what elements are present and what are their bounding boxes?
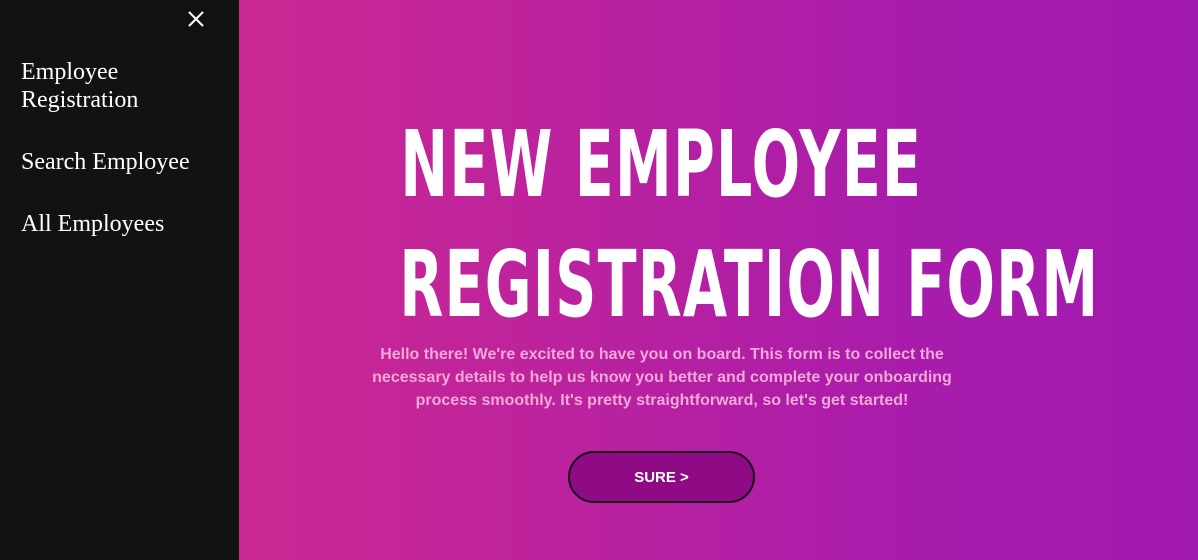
close-icon-graphic [188,11,204,27]
close-icon[interactable] [186,9,206,29]
sure-button[interactable]: SURE > [568,451,755,503]
main-content: NEW EMPLOYEE REGISTRATION FORM Hello the… [239,0,1198,560]
sidebar: Employee Registration Search Employee Al… [0,0,239,560]
page-title-line-2: REGISTRATION FORM [399,231,1100,338]
sidebar-item-employee-registration[interactable]: Employee Registration [21,58,231,114]
sidebar-nav: Employee Registration Search Employee Al… [21,58,231,272]
page-title: NEW EMPLOYEE REGISTRATION FORM [399,105,1098,345]
sidebar-item-all-employees[interactable]: All Employees [21,210,231,238]
sidebar-item-search-employee[interactable]: Search Employee [21,148,231,176]
page-title-line-1: NEW EMPLOYEE [400,111,923,218]
intro-text: Hello there! We're excited to have you o… [372,346,952,409]
